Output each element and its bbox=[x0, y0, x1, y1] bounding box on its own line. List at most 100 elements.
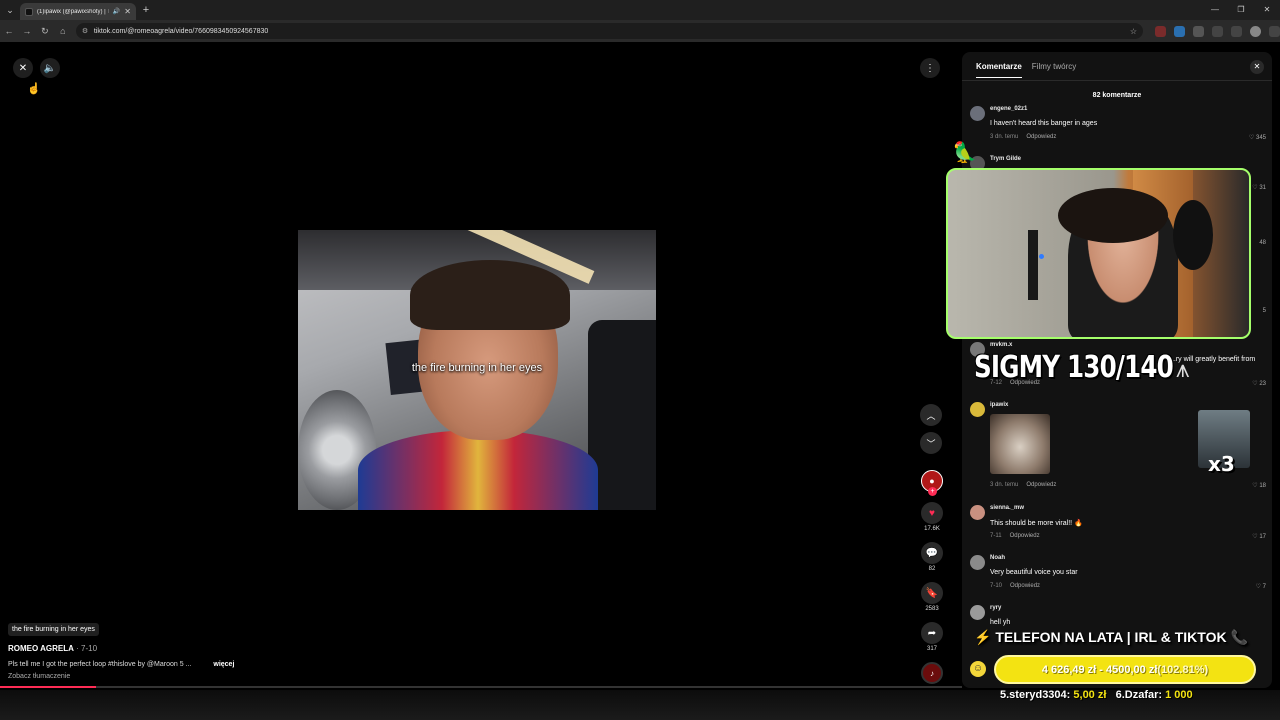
previous-video-button[interactable]: ︿ bbox=[920, 404, 942, 426]
tab-title: (1)ipawix (@pawixshoty) | T bbox=[37, 8, 109, 15]
downloads-icon[interactable] bbox=[1212, 25, 1223, 37]
heart-outline-icon: ♡ bbox=[1252, 534, 1258, 540]
like-button[interactable]: ♥ bbox=[921, 502, 943, 524]
window-close-icon[interactable]: ✕ bbox=[1254, 0, 1280, 20]
next-video-button[interactable]: ﹀ bbox=[920, 432, 942, 454]
comment-like[interactable]: ♡ 18 bbox=[1252, 482, 1266, 489]
avatar[interactable] bbox=[970, 605, 985, 620]
sigmy-counter: SIGMY 130/140 bbox=[974, 350, 1174, 385]
comment-like[interactable]: ♡ 31 bbox=[1252, 184, 1266, 191]
video-progress-bar[interactable] bbox=[0, 686, 962, 688]
heart-outline-icon: ♡ bbox=[1255, 584, 1261, 590]
comment-username[interactable]: sienna._mw bbox=[990, 505, 1024, 511]
bookmark-star-icon[interactable]: ☆ bbox=[1130, 27, 1137, 36]
comment-username[interactable]: ryry bbox=[990, 605, 1001, 611]
new-tab-icon[interactable]: + bbox=[136, 4, 156, 16]
comment-username[interactable]: Trym Gilde bbox=[990, 156, 1021, 162]
minimize-icon[interactable]: — bbox=[1202, 0, 1228, 20]
close-video-button[interactable]: ✕ bbox=[13, 58, 33, 78]
video-progress-fill bbox=[0, 686, 97, 688]
comment-username[interactable]: engene_02z1 bbox=[990, 106, 1027, 112]
comment-like-count: 18 bbox=[1259, 483, 1266, 489]
comment-username[interactable]: Noah bbox=[990, 555, 1005, 561]
chevron-down-icon: ﹀ bbox=[926, 438, 936, 449]
comment-like-count: 31 bbox=[1259, 185, 1266, 191]
tab-audio-icon[interactable]: 🔊 bbox=[113, 8, 120, 15]
extensions bbox=[1155, 25, 1280, 37]
avatar[interactable] bbox=[970, 402, 985, 417]
browser-menu-icon[interactable] bbox=[1269, 25, 1280, 37]
comment-like[interactable]: ♡ 345 bbox=[1249, 134, 1266, 141]
translate-link[interactable]: Zobacz tłumaczenie bbox=[8, 673, 308, 680]
reload-icon[interactable]: ↻ bbox=[36, 26, 54, 37]
comment-button[interactable]: 💬 bbox=[921, 542, 943, 564]
comment-sticker-image[interactable] bbox=[990, 414, 1050, 474]
heart-outline-icon: ♡ bbox=[1252, 185, 1258, 191]
comment-username[interactable]: ipawix bbox=[990, 402, 1008, 408]
extensions-puzzle-icon[interactable] bbox=[1193, 25, 1204, 37]
forward-icon[interactable]: → bbox=[18, 26, 36, 36]
avatar[interactable] bbox=[970, 505, 985, 520]
extension-1-icon[interactable] bbox=[1155, 25, 1166, 37]
video-stage: ✕ 🔈 ☝ ⋮ the fire burning in her eyes ︿ ﹀… bbox=[0, 42, 962, 690]
pointer-cursor-icon: ☝ bbox=[27, 83, 41, 95]
tab-search-icon[interactable]: ⌄ bbox=[0, 0, 20, 20]
video-player[interactable]: the fire burning in her eyes bbox=[298, 230, 656, 510]
comment-meta: 7-11 Odpowiedz bbox=[990, 533, 1040, 539]
cast-icon[interactable] bbox=[1231, 25, 1242, 37]
close-icon: ✕ bbox=[18, 62, 28, 74]
more-link[interactable]: więcej bbox=[213, 661, 234, 668]
comment-like-count: 5 bbox=[1262, 308, 1266, 314]
donor-1-amount: 5,00 zł bbox=[1073, 689, 1107, 701]
extension-2-icon[interactable] bbox=[1174, 25, 1185, 37]
tab-comments[interactable]: Komentarze bbox=[976, 62, 1022, 78]
maximize-icon[interactable]: ❐ bbox=[1228, 0, 1254, 20]
author-name[interactable]: ROMEO AGRELA bbox=[8, 644, 74, 653]
tab-close-icon[interactable]: ✕ bbox=[124, 7, 131, 16]
video-shirt bbox=[358, 430, 598, 510]
comment-like-count: 23 bbox=[1259, 381, 1266, 387]
reply-link[interactable]: Odpowiedz bbox=[1026, 134, 1056, 140]
save-button[interactable]: 🔖 bbox=[921, 582, 943, 604]
comment-username[interactable]: mvkm.x bbox=[990, 342, 1012, 348]
creator-avatar[interactable]: ● + bbox=[921, 470, 943, 496]
tab-creator-videos[interactable]: Filmy twórcy bbox=[1032, 62, 1076, 78]
caption-chip[interactable]: the fire burning in her eyes bbox=[8, 623, 99, 636]
address-bar[interactable]: ⚙ tiktok.com/@romeoagrela/video/76609834… bbox=[75, 23, 1143, 39]
share-button[interactable]: ➦ bbox=[921, 622, 943, 644]
video-subtitle: the fire burning in her eyes bbox=[411, 362, 543, 374]
webcam-microphone bbox=[1028, 230, 1038, 300]
back-icon[interactable]: ← bbox=[0, 26, 18, 36]
comment-like[interactable]: ♡ 7 bbox=[1256, 583, 1266, 590]
goal-title: ⚡ TELEFON NA LATA | IRL & TIKTOK 📞 bbox=[974, 629, 1248, 645]
site-info-icon[interactable]: ⚙ bbox=[82, 27, 90, 35]
volume-icon: 🔈 bbox=[43, 62, 57, 74]
profile-avatar-icon[interactable] bbox=[1250, 25, 1261, 37]
top-donors: 5.steryd3304: 5,00 zł 6.Dzafar: 1 000 bbox=[1000, 689, 1193, 701]
home-icon[interactable]: ⌂ bbox=[54, 26, 72, 36]
music-disc-icon[interactable]: ♪ bbox=[921, 662, 943, 684]
author-line: ROMEO AGRELA · 7-10 bbox=[8, 644, 308, 653]
smiley-icon: ☺ bbox=[970, 661, 986, 677]
post-date: · 7-10 bbox=[73, 644, 98, 653]
avatar[interactable] bbox=[970, 106, 985, 121]
webcam-mic-light bbox=[1039, 254, 1044, 259]
comment-like-count: 48 bbox=[1259, 240, 1266, 246]
more-options-button[interactable]: ⋮ bbox=[920, 58, 940, 78]
video-gaming-chair bbox=[588, 320, 656, 510]
reply-link[interactable]: Odpowiedz bbox=[1010, 533, 1040, 539]
tiktok-favicon-icon bbox=[25, 7, 33, 16]
browser-tab[interactable]: (1)ipawix (@pawixshoty) | T 🔊 ✕ bbox=[20, 3, 136, 20]
streamer-webcam bbox=[946, 168, 1251, 339]
volume-button[interactable]: 🔈 bbox=[40, 58, 60, 78]
comment-like[interactable]: ♡ 23 bbox=[1252, 380, 1266, 387]
follow-plus-icon[interactable]: + bbox=[928, 487, 937, 496]
panel-close-icon[interactable]: ✕ bbox=[1250, 60, 1264, 74]
comment-like[interactable]: ♡ 17 bbox=[1252, 533, 1266, 540]
video-hair bbox=[410, 260, 570, 330]
heart-outline-icon: ♡ bbox=[1248, 135, 1255, 141]
reply-link[interactable]: Odpowiedz bbox=[1010, 583, 1040, 589]
reply-link[interactable]: Odpowiedz bbox=[1026, 482, 1056, 488]
donor-1-label: 5.steryd3304: bbox=[1000, 689, 1074, 701]
avatar[interactable] bbox=[970, 555, 985, 570]
